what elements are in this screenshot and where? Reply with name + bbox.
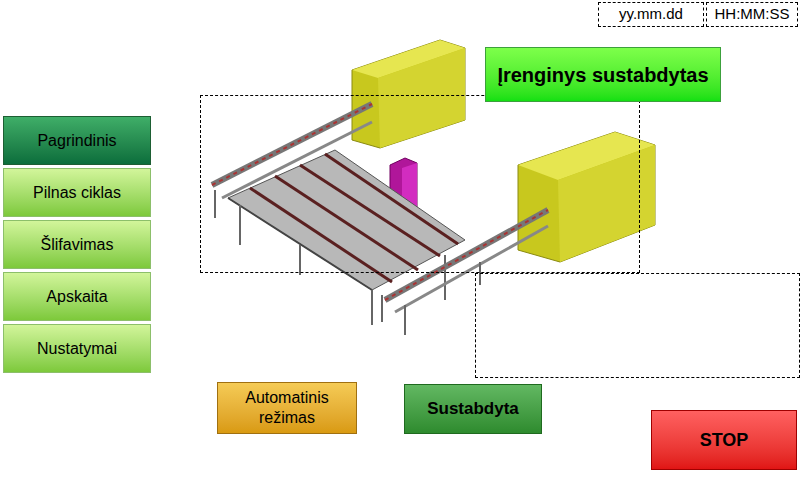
time-field: HH:MM:SS	[706, 2, 798, 27]
nav-item[interactable]: Pilnas ciklas	[3, 168, 151, 217]
nav-item-label: Pilnas ciklas	[33, 181, 121, 205]
nav-item-label: Nustatymai	[37, 337, 117, 361]
nav-item[interactable]: Šlifavimas	[3, 220, 151, 269]
nav-menu: Pagrindinis Pilnas ciklas Šlifavimas Apskai…	[3, 116, 151, 373]
state-button[interactable]: Sustabdyta	[404, 384, 542, 434]
nav-item-label: Pagrindinis	[37, 129, 116, 153]
zone-frame	[200, 95, 640, 273]
nav-item[interactable]: Pagrindinis	[3, 116, 151, 165]
status-banner: Įrenginys sustabdytas	[485, 47, 721, 102]
nav-item-label: Apskaita	[46, 285, 107, 309]
zone-frame	[475, 273, 800, 378]
date-field: yy.mm.dd	[598, 2, 704, 27]
datetime: yy.mm.dd HH:MM:SS	[598, 2, 798, 27]
mode-button[interactable]: Automatinis režimas	[217, 382, 357, 434]
nav-item-label: Šlifavimas	[41, 233, 114, 257]
nav-item[interactable]: Apskaita	[3, 272, 151, 321]
hmi-screen: yy.mm.dd HH:MM:SS Įrenginys sustabdytas …	[0, 0, 800, 480]
stop-button[interactable]: STOP	[651, 410, 797, 470]
nav-item[interactable]: Nustatymai	[3, 324, 151, 373]
